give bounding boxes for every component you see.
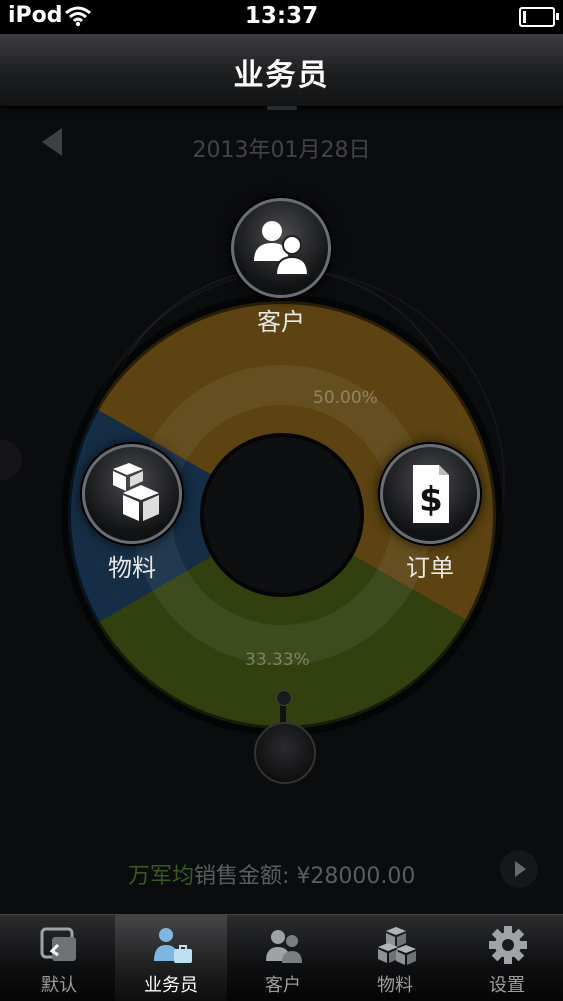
customers-icon bbox=[254, 221, 310, 276]
tab-label: 默认 bbox=[41, 975, 77, 996]
salesperson-name: 万军均 bbox=[128, 864, 195, 889]
percent-label-bottom: 33.33% bbox=[245, 650, 310, 670]
material-button[interactable] bbox=[82, 444, 182, 544]
default-icon bbox=[40, 927, 76, 961]
dial-pointer bbox=[276, 690, 292, 706]
tab-settings[interactable]: 设置 bbox=[451, 915, 563, 1001]
customer-label: 客户 bbox=[257, 308, 305, 336]
pie-center-hole bbox=[200, 433, 364, 597]
tab-label: 业务员 bbox=[144, 975, 198, 996]
wheel-node-material[interactable]: 物料 bbox=[72, 444, 192, 583]
percent-label-top: 50.00% bbox=[313, 388, 378, 408]
sales-summary: 万军均销售金额: ¥28000.00 bbox=[128, 858, 415, 890]
customer-button[interactable] bbox=[231, 198, 331, 298]
order-button[interactable]: $ bbox=[380, 444, 480, 544]
sales-amount-label: 销售金额: bbox=[194, 864, 290, 889]
wheel-node-customer[interactable]: 客户 bbox=[221, 198, 341, 337]
invoice-dollar-icon: $ bbox=[413, 465, 449, 523]
tab-material[interactable]: 物料 bbox=[339, 915, 451, 1001]
order-label: 订单 bbox=[406, 554, 454, 582]
tab-label: 客户 bbox=[265, 975, 301, 996]
tab-bar: 默认 业务员 客户 物料 设置 bbox=[0, 914, 563, 1001]
wheel-node-order[interactable]: $ 订单 bbox=[370, 444, 490, 583]
sales-amount-value: ¥28000.00 bbox=[296, 864, 416, 889]
settings-icon bbox=[489, 926, 527, 964]
tab-label: 物料 bbox=[377, 975, 413, 996]
tab-customer[interactable]: 客户 bbox=[227, 915, 339, 1001]
salesperson-icon bbox=[154, 928, 192, 963]
customer-icon bbox=[266, 930, 302, 963]
tab-salesperson[interactable]: 业务员 bbox=[115, 915, 227, 1001]
material-label: 物料 bbox=[108, 554, 156, 582]
rotation-knob[interactable] bbox=[254, 722, 316, 784]
material-icon bbox=[378, 927, 416, 965]
boxes-icon bbox=[113, 463, 159, 521]
svg-text:$: $ bbox=[419, 480, 443, 520]
tab-default[interactable]: 默认 bbox=[3, 915, 115, 1001]
tab-label: 设置 bbox=[489, 975, 525, 996]
next-arrow-button[interactable] bbox=[500, 850, 538, 888]
